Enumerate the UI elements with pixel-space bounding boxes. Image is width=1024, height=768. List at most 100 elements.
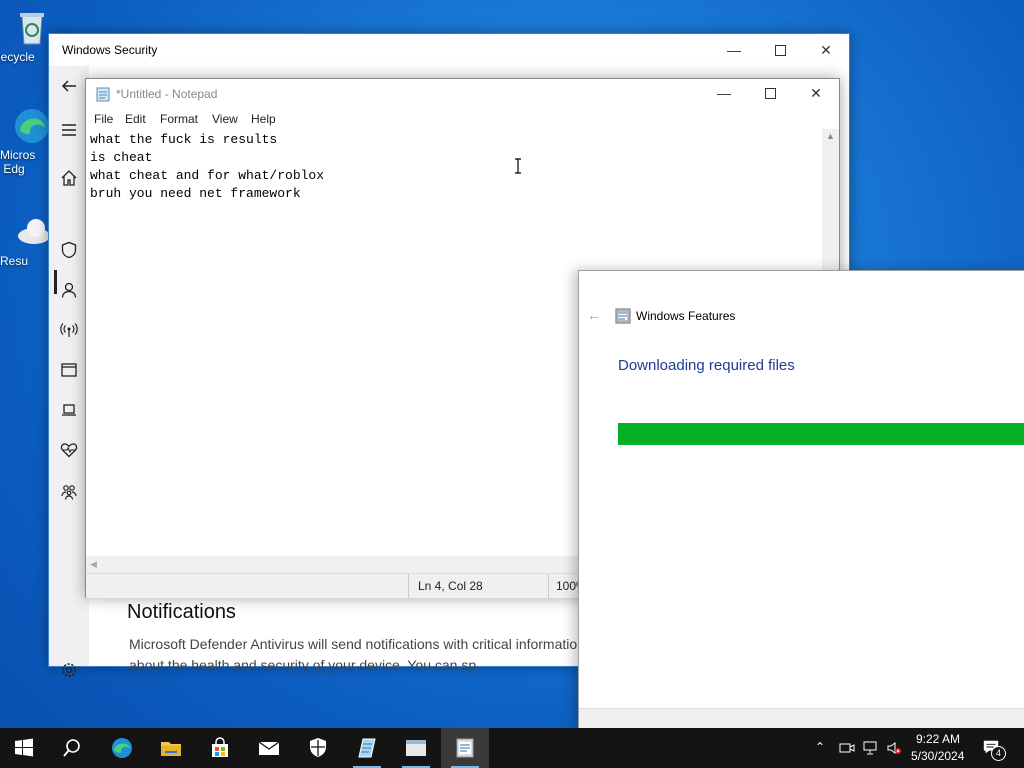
taskbar-edge[interactable]: [98, 728, 146, 768]
taskbar: ⌃ 9:22 AM 5/30/2024 4: [0, 728, 1024, 768]
status-divider: [408, 574, 409, 598]
search-icon: [63, 739, 80, 757]
close-icon: ✕: [810, 84, 822, 101]
mail-icon: [258, 741, 280, 755]
taskbar-windows-features[interactable]: [441, 728, 489, 768]
clock-time: 9:22 AM: [916, 732, 961, 746]
back-arrow-icon[interactable]: ←: [587, 307, 601, 323]
window-title: Windows Features: [636, 309, 736, 323]
features-icon: [456, 738, 474, 758]
app-browser-icon: [61, 363, 77, 377]
app-browser-control-nav-item[interactable]: [57, 358, 81, 382]
footer-bar: [579, 708, 1024, 729]
menu-button[interactable]: [57, 118, 81, 142]
close-button[interactable]: ✕: [803, 34, 849, 66]
taskbar-window[interactable]: [392, 728, 440, 768]
maximize-icon: [764, 87, 776, 99]
clock-date: 5/30/2024: [911, 749, 965, 763]
title-bar[interactable]: *Untitled - Notepad — ✕: [86, 79, 839, 109]
laptop-icon: [62, 404, 76, 416]
window-icon: [406, 740, 426, 756]
windows-features-icon: [615, 308, 631, 324]
store-icon: [212, 737, 228, 757]
navigation-rail: [49, 66, 89, 677]
text-line: what cheat and for what/roblox: [90, 168, 325, 183]
device-security-nav-item[interactable]: [57, 398, 81, 422]
person-icon: [61, 282, 77, 298]
volume-muted-icon[interactable]: [886, 740, 902, 756]
settings-nav-item[interactable]: [57, 658, 81, 682]
notifications-heading: Notifications: [127, 601, 236, 623]
close-button[interactable]: ✕: [793, 77, 839, 109]
taskbar-security[interactable]: [294, 728, 342, 768]
menu-format[interactable]: Format: [160, 112, 198, 126]
settings-icon: [62, 663, 76, 677]
heart-icon: [60, 443, 78, 458]
text-editor[interactable]: what the fuck is results is cheat what che…: [90, 131, 324, 203]
start-icon: [15, 738, 33, 757]
i-beam-cursor-icon: [515, 158, 521, 174]
text-line: is cheat: [90, 150, 153, 165]
menu-help[interactable]: Help: [251, 112, 276, 126]
virus-protection-nav-item[interactable]: [57, 238, 81, 262]
account-protection-nav-item[interactable]: [57, 278, 81, 302]
minimize-button[interactable]: —: [701, 77, 747, 109]
firewall-nav-item[interactable]: [57, 318, 81, 342]
minimize-button[interactable]: —: [711, 34, 757, 66]
network-icon[interactable]: [862, 740, 878, 756]
maximize-button[interactable]: [747, 77, 793, 109]
menu-file[interactable]: File: [94, 112, 113, 126]
family-icon: [61, 485, 77, 500]
menu-icon: [62, 124, 76, 136]
minimize-icon: —: [727, 42, 741, 58]
action-center-button[interactable]: 4: [980, 736, 1006, 761]
file-explorer-icon: [161, 742, 181, 756]
progress-bar: [618, 423, 1024, 445]
menu-view[interactable]: View: [212, 112, 238, 126]
home-icon: [61, 170, 77, 186]
home-nav-item[interactable]: [57, 166, 81, 190]
minimize-icon: —: [717, 85, 731, 101]
recycle-bin-icon: [12, 8, 52, 48]
search-button[interactable]: [48, 728, 96, 768]
shield-icon: [61, 241, 77, 259]
notepad-icon: [358, 738, 376, 758]
back-arrow-icon: [61, 80, 76, 92]
start-button[interactable]: [0, 728, 48, 768]
back-button[interactable]: [57, 74, 81, 98]
maximize-icon: [774, 44, 786, 56]
taskbar-notepad[interactable]: [343, 728, 391, 768]
horizontal-scrollbar[interactable]: ◀: [86, 556, 578, 573]
status-divider: [548, 574, 549, 598]
maximize-button[interactable]: [757, 34, 803, 66]
cursor-position: Ln 4, Col 28: [418, 579, 483, 593]
window-title: Windows Security: [62, 43, 158, 57]
cloud-icon: [12, 212, 52, 252]
menu-edit[interactable]: Edit: [125, 112, 146, 126]
windows-features-window[interactable]: ← Windows Features Downloading required …: [578, 270, 1024, 729]
close-icon: ✕: [820, 41, 832, 58]
title-bar[interactable]: Windows Security — ✕: [49, 34, 849, 66]
device-health-nav-item[interactable]: [57, 438, 81, 462]
notepad-icon: [96, 87, 110, 102]
taskbar-file-explorer[interactable]: [147, 728, 195, 768]
scroll-left-icon[interactable]: ◀: [90, 559, 97, 570]
text-line: bruh you need net framework: [90, 186, 301, 201]
text-line: what the fuck is results: [90, 132, 278, 147]
wireless-icon: [60, 323, 78, 337]
edge-icon: [112, 738, 132, 758]
status-heading: Downloading required files: [618, 357, 795, 374]
taskbar-store[interactable]: [196, 728, 244, 768]
family-options-nav-item[interactable]: [57, 480, 81, 504]
window-title: *Untitled - Notepad: [116, 87, 218, 101]
taskbar-mail[interactable]: [245, 728, 293, 768]
edge-icon: [12, 106, 52, 146]
show-hidden-icons-button[interactable]: ⌃: [815, 740, 825, 754]
meet-now-icon[interactable]: [839, 740, 855, 756]
menu-bar: File Edit Format View Help: [86, 109, 839, 129]
scroll-up-icon[interactable]: ▲: [826, 131, 835, 141]
security-shield-icon: [310, 738, 326, 757]
notification-count-badge: 4: [991, 746, 1006, 761]
progress-fill: [618, 423, 1024, 445]
notifications-description: Microsoft Defender Antivirus will send n…: [129, 636, 585, 673]
